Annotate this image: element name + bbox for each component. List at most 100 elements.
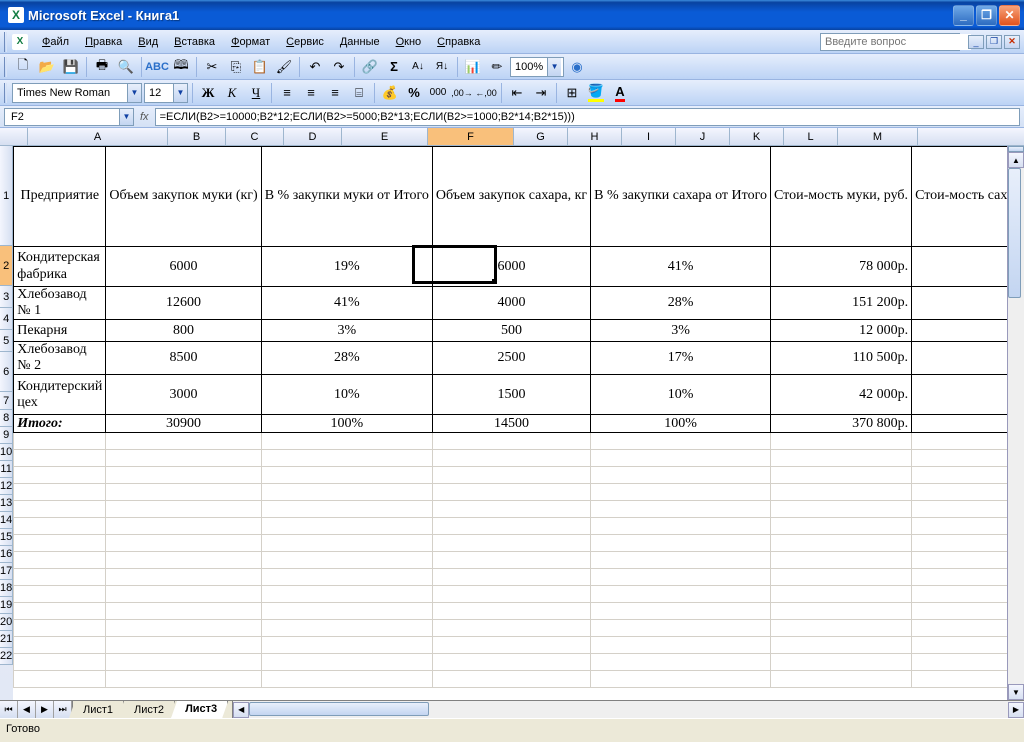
name-box[interactable]: F2 ▼ xyxy=(4,108,134,126)
drawing-icon[interactable]: ✏ xyxy=(486,56,508,78)
row-header-11[interactable]: 11 xyxy=(0,461,13,478)
cell-A22[interactable] xyxy=(14,671,106,688)
formula-input[interactable]: =ЕСЛИ(B2>=10000;B2*12;ЕСЛИ(B2>=5000;B2*1… xyxy=(155,108,1020,126)
save-icon[interactable]: 💾 xyxy=(60,56,82,78)
cell-F9[interactable] xyxy=(770,450,911,467)
cell-C6[interactable]: 10% xyxy=(261,375,432,415)
cell-E6[interactable]: 10% xyxy=(591,375,771,415)
undo-icon[interactable]: ↶ xyxy=(304,56,326,78)
row-header-14[interactable]: 14 xyxy=(0,512,13,529)
cell-F15[interactable] xyxy=(770,552,911,569)
cell-F5[interactable]: 110 500р. xyxy=(770,342,911,375)
row-header-7[interactable]: 7 xyxy=(0,392,13,410)
row-header-3[interactable]: 3 xyxy=(0,286,13,308)
chart-wizard-icon[interactable]: 📊 xyxy=(462,56,484,78)
tab-prev-icon[interactable]: ◀ xyxy=(18,701,36,718)
scrollbar-thumb[interactable] xyxy=(1008,168,1021,298)
cell-F14[interactable] xyxy=(770,535,911,552)
cell-C18[interactable] xyxy=(261,603,432,620)
cell-B14[interactable] xyxy=(106,535,261,552)
row-header-15[interactable]: 15 xyxy=(0,529,13,546)
cell-D21[interactable] xyxy=(432,654,590,671)
cell-F11[interactable] xyxy=(770,484,911,501)
cell-E1[interactable]: В % закупки сахара от Итого xyxy=(591,147,771,247)
cell-B11[interactable] xyxy=(106,484,261,501)
cell-D13[interactable] xyxy=(432,518,590,535)
cell-E18[interactable] xyxy=(591,603,771,620)
row-header-4[interactable]: 4 xyxy=(0,308,13,330)
cell-C12[interactable] xyxy=(261,501,432,518)
excel-doc-icon[interactable]: X xyxy=(12,34,28,50)
cell-F8[interactable] xyxy=(770,433,911,450)
row-header-21[interactable]: 21 xyxy=(0,631,13,648)
cell-D4[interactable]: 500 xyxy=(432,320,590,342)
cell-A10[interactable] xyxy=(14,467,106,484)
col-header-L[interactable]: L xyxy=(784,128,838,145)
horizontal-scrollbar[interactable]: ◀ ▶ xyxy=(232,701,1024,718)
row-header-20[interactable]: 20 xyxy=(0,614,13,631)
cell-E11[interactable] xyxy=(591,484,771,501)
cell-E13[interactable] xyxy=(591,518,771,535)
help-search-input[interactable] xyxy=(821,34,971,50)
cell-A8[interactable] xyxy=(14,433,106,450)
font-size-combo[interactable]: 12 ▼ xyxy=(144,83,188,103)
cell-E8[interactable] xyxy=(591,433,771,450)
row-header-13[interactable]: 13 xyxy=(0,495,13,512)
scrollbar-thumb[interactable] xyxy=(249,702,429,716)
col-header-D[interactable]: D xyxy=(284,128,342,145)
borders-icon[interactable]: ⊞ xyxy=(561,82,583,104)
cell-A7[interactable]: Итого: xyxy=(14,415,106,433)
cell-E14[interactable] xyxy=(591,535,771,552)
cell-F16[interactable] xyxy=(770,569,911,586)
chevron-down-icon[interactable]: ▼ xyxy=(119,109,133,125)
cell-D9[interactable] xyxy=(432,450,590,467)
redo-icon[interactable]: ↷ xyxy=(328,56,350,78)
row-header-17[interactable]: 17 xyxy=(0,563,13,580)
menu-сервис[interactable]: Сервис xyxy=(278,34,332,50)
cell-B17[interactable] xyxy=(106,586,261,603)
font-combo[interactable]: Times New Roman ▼ xyxy=(12,83,142,103)
cell-B22[interactable] xyxy=(106,671,261,688)
cells-area[interactable]: ПредприятиеОбъем закупок муки (кг)В % за… xyxy=(13,146,1024,700)
cell-E2[interactable]: 41% xyxy=(591,247,771,287)
toolbar-grip[interactable] xyxy=(4,83,7,103)
cell-B8[interactable] xyxy=(106,433,261,450)
decrease-indent-icon[interactable]: ⇤ xyxy=(506,82,528,104)
cell-B12[interactable] xyxy=(106,501,261,518)
cell-E4[interactable]: 3% xyxy=(591,320,771,342)
spellcheck-icon[interactable]: ABC xyxy=(146,56,168,78)
comma-style-icon[interactable]: 000 xyxy=(427,82,449,104)
chevron-down-icon[interactable]: ▼ xyxy=(127,84,141,102)
col-header-J[interactable]: J xyxy=(676,128,730,145)
window-minimize-button[interactable]: _ xyxy=(953,5,974,26)
cell-D5[interactable]: 2500 xyxy=(432,342,590,375)
merge-center-icon[interactable]: ⌸ xyxy=(348,82,370,104)
cell-E16[interactable] xyxy=(591,569,771,586)
window-maximize-button[interactable]: ❐ xyxy=(976,5,997,26)
cell-A15[interactable] xyxy=(14,552,106,569)
cell-C5[interactable]: 28% xyxy=(261,342,432,375)
cell-C20[interactable] xyxy=(261,637,432,654)
scroll-up-icon[interactable]: ▲ xyxy=(1008,152,1024,168)
cell-F1[interactable]: Стои-мость муки, руб. xyxy=(770,147,911,247)
cell-F13[interactable] xyxy=(770,518,911,535)
select-all-corner[interactable] xyxy=(0,128,28,145)
row-header-22[interactable]: 22 xyxy=(0,648,13,665)
cell-C16[interactable] xyxy=(261,569,432,586)
menu-формат[interactable]: Формат xyxy=(223,34,278,50)
cell-A11[interactable] xyxy=(14,484,106,501)
cell-B19[interactable] xyxy=(106,620,261,637)
help-icon[interactable]: ◉ xyxy=(566,56,588,78)
menu-вставка[interactable]: Вставка xyxy=(166,34,223,50)
format-painter-icon[interactable]: 🖌 xyxy=(273,56,295,78)
cell-F7[interactable]: 370 800р. xyxy=(770,415,911,433)
row-header-12[interactable]: 12 xyxy=(0,478,13,495)
cell-A20[interactable] xyxy=(14,637,106,654)
row-header-10[interactable]: 10 xyxy=(0,444,13,461)
cell-D8[interactable] xyxy=(432,433,590,450)
italic-button[interactable]: К xyxy=(221,82,243,104)
row-header-5[interactable]: 5 xyxy=(0,330,13,352)
cell-C7[interactable]: 100% xyxy=(261,415,432,433)
cell-D12[interactable] xyxy=(432,501,590,518)
col-header-G[interactable]: G xyxy=(514,128,568,145)
